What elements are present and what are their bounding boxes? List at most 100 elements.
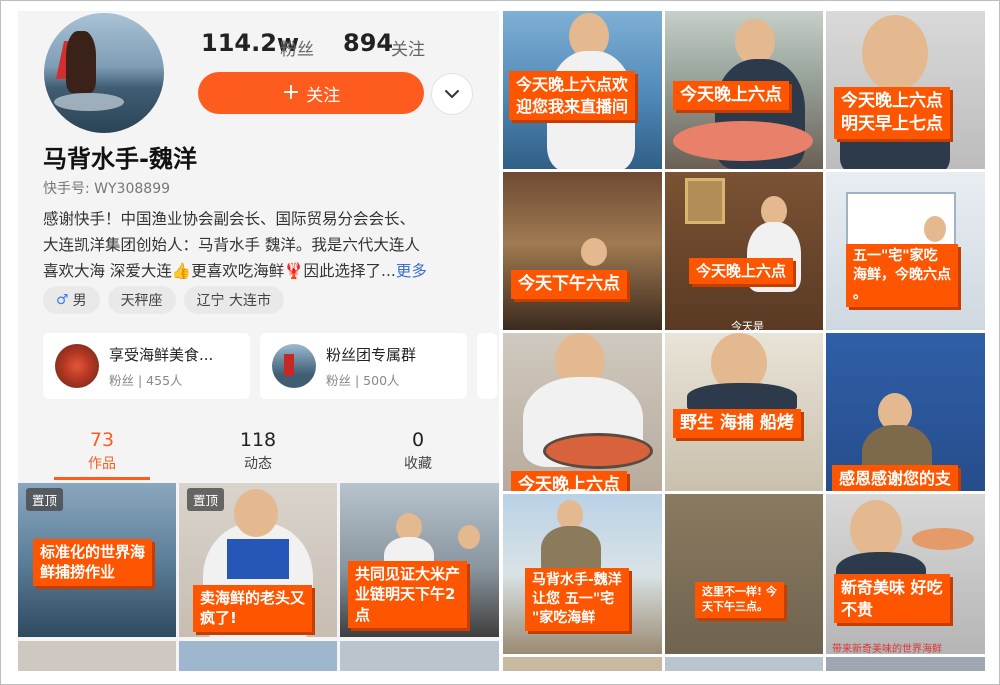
video-thumbnail[interactable]: 感恩感谢您的支	[826, 333, 985, 491]
apron	[227, 539, 289, 579]
caption-text: 这里不一样! 今 天下午三点。	[702, 585, 777, 613]
video-thumbnail[interactable]: 今天晚上六点	[503, 333, 662, 491]
video-thumbnail[interactable]	[665, 657, 823, 671]
profile-tabs: 73 作品 118 动态 0 收藏	[18, 429, 499, 480]
fan-group-card[interactable]: 粉丝团专属群 粉丝 | 500人	[260, 333, 467, 399]
video-thumbnail[interactable]: 置顶 卖海鲜的老头又 疯了!	[179, 483, 337, 637]
video-thumbnail[interactable]: 今天晚上六点	[665, 11, 823, 169]
caption-text: 马背水手-魏洋 让您 五一"宅 "家吃海鲜	[532, 572, 622, 626]
video-caption: 共同见证大米产 业链明天下午2 点	[348, 561, 468, 628]
video-thumbnail[interactable]	[179, 641, 337, 671]
caption-text: 五一"宅"家吃 海鲜，今晚六点 。	[853, 248, 951, 302]
caption-text: 今天晚上六点	[696, 262, 787, 280]
tab-count: 118	[239, 429, 277, 451]
plus-icon: +	[281, 80, 301, 105]
video-thumbnail[interactable]: 五一"宅"家吃 海鲜，今晚六点 。	[826, 172, 985, 330]
person-head	[581, 238, 607, 266]
video-caption: 这里不一样! 今 天下午三点。	[695, 582, 784, 618]
tab-label: 收藏	[404, 456, 432, 472]
fan-group-card-partial[interactable]	[477, 333, 497, 399]
active-tab-indicator	[54, 477, 150, 480]
video-caption: 标准化的世界海 鲜捕捞作业	[33, 539, 153, 586]
tab-works[interactable]: 73 作品	[42, 429, 162, 473]
overlay-text: 带来新奇美味的世界海鲜	[832, 644, 942, 654]
bio-line: 感谢快手！中国渔业协会副会长、国际贸易分会会长、	[43, 210, 416, 228]
caption-text: 今天晚上六点 明天早上七点	[841, 91, 943, 134]
video-caption: 今天下午六点	[511, 270, 627, 299]
video-thumbnail[interactable]: 置顶 标准化的世界海 鲜捕捞作业	[18, 483, 176, 637]
follow-button-label: 关注	[306, 85, 341, 106]
video-caption: 五一"宅"家吃 海鲜，今晚六点 。	[846, 244, 958, 307]
chevron-down-icon	[445, 90, 459, 98]
video-caption: 马背水手-魏洋 让您 五一"宅 "家吃海鲜	[525, 568, 629, 631]
caption-text: 今天晚上六点欢 迎您我来直播间	[516, 75, 629, 116]
group-subtitle: 粉丝 | 455人	[109, 372, 183, 388]
avatar-splash	[54, 93, 124, 111]
video-thumbnail[interactable]: 马背水手-魏洋 让您 五一"宅 "家吃海鲜	[503, 494, 662, 654]
video-caption: 感恩感谢您的支	[832, 465, 959, 491]
video-thumbnail[interactable]	[503, 657, 662, 671]
tag-label: 辽宁 大连市	[196, 293, 272, 309]
tab-label: 作品	[88, 456, 116, 472]
tag-constellation: 天秤座	[107, 286, 176, 314]
fan-groups: 享受海鲜美食... 粉丝 | 455人 粉丝团专属群 粉丝 | 500人	[43, 333, 497, 399]
caption-text: 今天下午六点	[518, 274, 620, 294]
follow-button[interactable]: + 关注	[198, 72, 424, 114]
tab-label: 动态	[244, 456, 272, 472]
kuaishou-id: 快手号: WY308899	[43, 181, 171, 197]
video-thumbnail[interactable]: 野生 海捕 船烤	[665, 333, 823, 491]
group-title: 粉丝团专属群	[326, 345, 417, 364]
seafood-platter	[673, 121, 813, 161]
video-caption: 野生 海捕 船烤	[673, 409, 801, 438]
video-caption: 今天晚上六点 明天早上七点	[834, 87, 950, 139]
video-thumbnail[interactable]	[826, 657, 985, 671]
group-subtitle: 粉丝 | 500人	[326, 372, 400, 388]
group-thumbnail	[55, 344, 99, 388]
caption-text: 今天晚上六点	[680, 85, 782, 105]
tab-favorites[interactable]: 0 收藏	[358, 429, 478, 473]
seafood-plate	[543, 433, 653, 469]
following-count[interactable]: 894	[343, 29, 393, 57]
caption-text: 新奇美味 好吃 不贵	[841, 578, 943, 619]
tab-moments[interactable]: 118 动态	[198, 429, 318, 473]
video-thumbnail[interactable]: 今天晚上六点欢 迎您我来直播间	[503, 11, 662, 169]
video-wall: 今天晚上六点欢 迎您我来直播间 今天晚上六点 今天晚上六点 明天早上七点 今天下…	[503, 11, 985, 671]
video-thumbnail[interactable]	[340, 641, 499, 671]
video-thumbnail[interactable]: 共同见证大米产 业链明天下午2 点	[340, 483, 499, 637]
caption-text: 感恩感谢您的支	[839, 469, 952, 488]
video-grid: 置顶 标准化的世界海 鲜捕捞作业 置顶 卖海鲜的老头又 疯了! 共同见证大米产 …	[18, 483, 499, 671]
group-title: 享受海鲜美食...	[109, 345, 214, 364]
person-head	[234, 489, 278, 537]
fan-group-card[interactable]: 享受海鲜美食... 粉丝 | 455人	[43, 333, 250, 399]
profile-name: 马背水手-魏洋	[43, 145, 197, 173]
fans-label[interactable]: 粉丝	[280, 35, 314, 60]
bio-line: 大连凯洋集团创始人：马背水手 魏洋。我是六代大连人	[43, 236, 420, 254]
thumbnail-bg	[665, 494, 823, 654]
video-thumbnail[interactable]: 今天晚上六点 明天早上七点	[826, 11, 985, 169]
profile-tags: ♂ 男 天秤座 辽宁 大连市	[43, 286, 285, 314]
video-caption: 今天晚上六点	[689, 258, 794, 285]
tag-label: 男	[72, 293, 87, 309]
tag-location: 辽宁 大连市	[183, 286, 285, 314]
video-thumbnail[interactable]: 今天下午六点	[503, 172, 662, 330]
video-thumbnail[interactable]	[18, 641, 176, 671]
more-options-button[interactable]	[431, 73, 473, 115]
video-caption: 新奇美味 好吃 不贵	[834, 574, 950, 624]
person-head	[458, 525, 480, 549]
profile-bio: 感谢快手！中国渔业协会副会长、国际贸易分会会长、 大连凯洋集团创始人：马背水手 …	[43, 206, 483, 284]
person-head	[924, 216, 946, 242]
bio-more-link[interactable]: 更多	[396, 262, 427, 280]
video-thumbnail[interactable]: 今天晚上六点 今天是	[665, 172, 823, 330]
caption-text: 标准化的世界海 鲜捕捞作业	[40, 543, 146, 582]
shrimp	[912, 528, 974, 550]
tab-count: 73	[89, 429, 115, 451]
male-icon: ♂	[56, 292, 69, 308]
caption-text: 野生 海捕 船烤	[680, 413, 794, 433]
following-label[interactable]: 关注	[391, 35, 425, 60]
avatar[interactable]	[44, 13, 164, 133]
group-thumbnail	[272, 344, 316, 388]
video-thumbnail[interactable]: 这里不一样! 今 天下午三点。	[665, 494, 823, 654]
bio-line: 喜欢大海 深爱大连👍更喜欢吃海鲜🦞因此选择了...更多	[43, 258, 483, 284]
avatar-rider	[66, 31, 96, 93]
video-thumbnail[interactable]: 新奇美味 好吃 不贵 带来新奇美味的世界海鲜	[826, 494, 985, 654]
